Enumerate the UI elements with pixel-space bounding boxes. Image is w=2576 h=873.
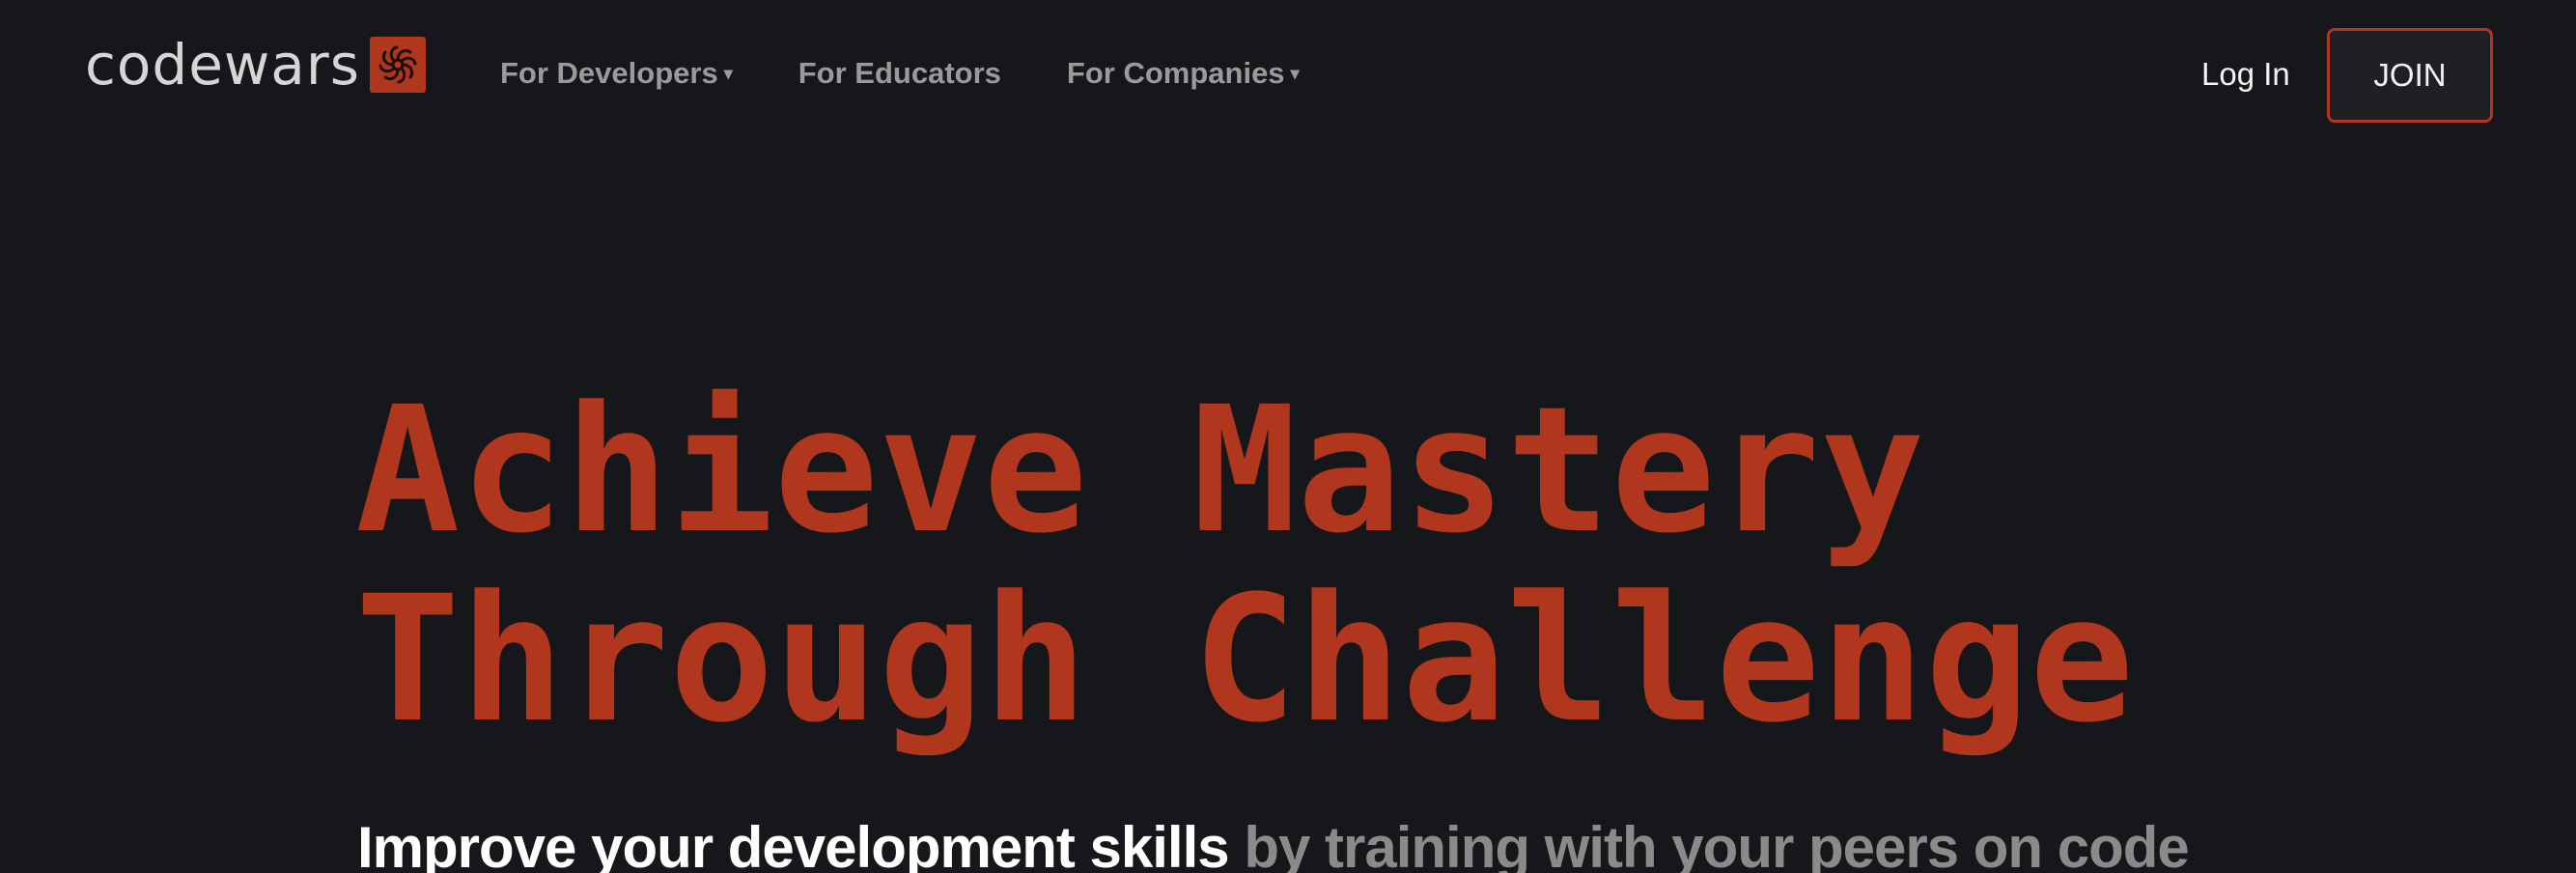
hero-subtitle-strong: Improve your development skills bbox=[357, 815, 1230, 873]
nav-for-companies[interactable]: For Companies ▾ bbox=[1067, 56, 1300, 91]
login-link[interactable]: Log In bbox=[2201, 56, 2290, 93]
nav-for-companies-label: For Companies bbox=[1066, 56, 1285, 90]
hero-subtitle: Improve your development skills by train… bbox=[357, 809, 2190, 873]
chevron-down-icon: ▾ bbox=[1290, 63, 1300, 83]
main-menu: For Developers ▾ For Educators For Compa… bbox=[500, 56, 1365, 91]
hero-title: Achieve Mastery Through Challenge bbox=[355, 377, 2134, 755]
codewars-logo[interactable]: codewars bbox=[85, 37, 426, 93]
hero-title-line-2: Through Challenge bbox=[355, 559, 2135, 761]
hero-title-line-1: Achieve Mastery bbox=[355, 370, 1925, 572]
top-navigation: codewars For Developers ▾ For Educators … bbox=[0, 0, 2576, 155]
codewars-swirl-icon bbox=[369, 37, 426, 93]
chevron-down-icon: ▾ bbox=[723, 63, 733, 83]
logo-wordmark: codewars bbox=[85, 32, 360, 98]
nav-for-developers[interactable]: For Developers ▾ bbox=[500, 56, 733, 91]
nav-for-educators-label: For Educators bbox=[798, 56, 1001, 90]
hero-subtitle-muted: by training with your peers on code bbox=[1244, 815, 2189, 873]
nav-for-educators[interactable]: For Educators bbox=[798, 56, 1001, 91]
nav-for-developers-label: For Developers bbox=[500, 56, 718, 90]
join-button[interactable]: JOIN bbox=[2327, 28, 2493, 123]
